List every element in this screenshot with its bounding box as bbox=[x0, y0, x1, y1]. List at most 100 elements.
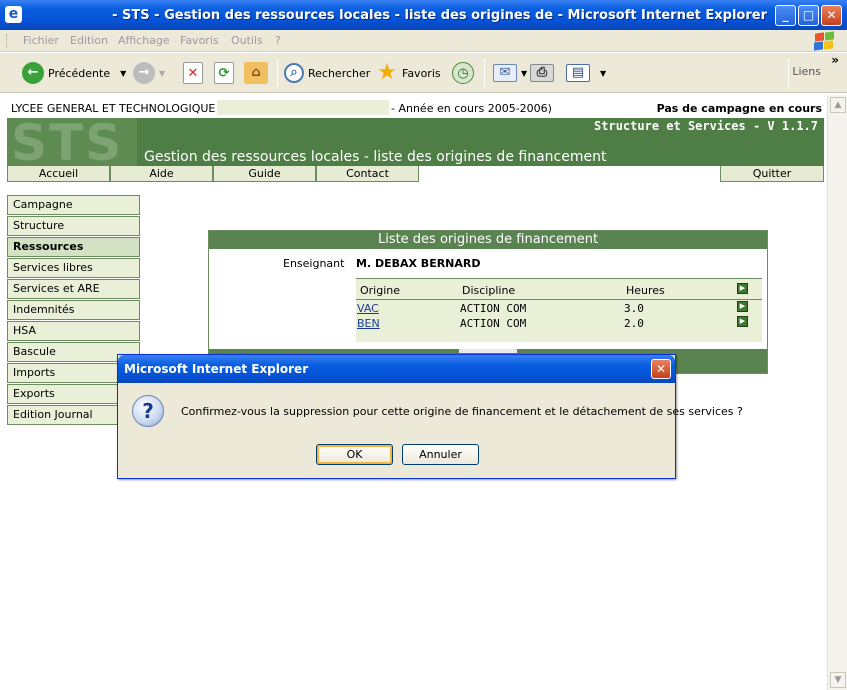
panel-title: Liste des origines de financement bbox=[209, 231, 767, 249]
menu-fichier[interactable]: Fichier bbox=[23, 34, 59, 47]
school-year: - Année en cours 2005-2006) bbox=[391, 102, 552, 115]
edit-page-icon: ▤ bbox=[566, 64, 590, 82]
cancel-button[interactable]: Annuler bbox=[402, 444, 479, 465]
favorites-label: Favoris bbox=[402, 66, 441, 80]
ie-icon: e bbox=[5, 6, 22, 23]
favorites-button[interactable]: ★ Favoris bbox=[376, 60, 441, 85]
menu-affichage[interactable]: Affichage bbox=[118, 34, 170, 47]
school-name: LYCEE GENERAL ET TECHNOLOGIQUE bbox=[11, 102, 216, 115]
search-button[interactable]: ⌕ Rechercher bbox=[284, 61, 370, 85]
refresh-icon: ⟳ bbox=[214, 62, 234, 84]
home-icon: ⌂ bbox=[244, 62, 268, 84]
toolbar: ← Précédente ▼ → ▼ ✕ ⟳ ⌂ ⌕ Rechercher ★ … bbox=[0, 53, 847, 93]
mail-button[interactable]: ✉ ▼ bbox=[493, 61, 527, 85]
confirm-dialog: Microsoft Internet Explorer ✕ ? Confirme… bbox=[117, 354, 743, 479]
toolbar-chevron-icon[interactable]: » bbox=[831, 53, 839, 67]
window-title-bar: e - STS - Gestion des ressources locales… bbox=[0, 0, 847, 30]
refresh-button[interactable]: ⟳ bbox=[214, 61, 238, 85]
table-row-origine[interactable]: BEN bbox=[357, 317, 380, 330]
print-button[interactable]: ⎙ bbox=[530, 61, 558, 85]
sidebar-item-services-libres[interactable]: Services libres bbox=[7, 258, 140, 278]
stop-button[interactable]: ✕ bbox=[183, 61, 207, 85]
menu-favoris[interactable]: Favoris bbox=[180, 34, 219, 47]
column-header-heures: Heures bbox=[626, 284, 665, 297]
history-button[interactable]: ◷ bbox=[452, 61, 478, 85]
menu-help[interactable]: ? bbox=[275, 34, 281, 47]
scroll-down-icon[interactable]: ▼ bbox=[830, 672, 846, 688]
sts-logo: STS bbox=[7, 118, 137, 166]
teacher-label: Enseignant bbox=[283, 257, 345, 270]
toolbar-separator bbox=[277, 59, 278, 87]
teacher-name: M. DEBAX BERNARD bbox=[356, 257, 481, 270]
mail-dropdown-icon[interactable]: ▼ bbox=[521, 69, 527, 78]
printer-icon: ⎙ bbox=[530, 64, 554, 82]
page-title: Gestion des ressources locales - liste d… bbox=[144, 149, 607, 165]
forward-button[interactable]: → ▼ bbox=[133, 61, 165, 85]
table-row-discipline: ACTION COM bbox=[460, 302, 527, 315]
sidebar-item-hsa[interactable]: HSA bbox=[7, 321, 140, 341]
sidebar-item-services-are[interactable]: Services et ARE bbox=[7, 279, 140, 299]
mail-icon: ✉ bbox=[493, 64, 517, 82]
nav-aide[interactable]: Aide bbox=[110, 166, 213, 182]
panel-footer-button[interactable] bbox=[459, 349, 517, 353]
star-icon: ★ bbox=[377, 60, 397, 85]
dialog-title: Microsoft Internet Explorer bbox=[118, 355, 675, 383]
minimize-button[interactable]: _ bbox=[775, 5, 796, 26]
app-version: Structure et Services - V 1.1.7 bbox=[594, 119, 818, 133]
links-label[interactable]: Liens bbox=[792, 65, 821, 78]
school-info-bar: LYCEE GENERAL ET TECHNOLOGIQUE - Année e… bbox=[7, 100, 824, 116]
column-header-discipline: Discipline bbox=[462, 284, 516, 297]
forward-arrow-icon: → bbox=[133, 62, 155, 84]
search-label: Rechercher bbox=[308, 66, 371, 80]
maximize-button[interactable]: □ bbox=[798, 5, 819, 26]
scroll-up-icon[interactable]: ▲ bbox=[830, 97, 846, 113]
back-button[interactable]: ← Précédente ▼ bbox=[22, 61, 126, 85]
question-icon: ? bbox=[132, 395, 164, 427]
nav-accueil[interactable]: Accueil bbox=[7, 166, 110, 182]
home-button[interactable]: ⌂ bbox=[244, 61, 272, 85]
sidebar-item-campagne[interactable]: Campagne bbox=[7, 195, 140, 215]
top-nav: Accueil Aide Guide Contact Quitter bbox=[7, 166, 824, 182]
school-name-field bbox=[217, 100, 389, 115]
campaign-status: Pas de campagne en cours bbox=[656, 102, 822, 115]
forward-dropdown-icon: ▼ bbox=[159, 68, 166, 78]
close-window-button[interactable]: ✕ bbox=[821, 5, 842, 26]
windows-logo-icon bbox=[811, 31, 837, 51]
back-arrow-icon: ← bbox=[22, 62, 44, 84]
origins-table: Origine Discipline Heures ▶ VAC ACTION C… bbox=[356, 278, 762, 342]
edit-button[interactable]: ▤ ▼ bbox=[566, 61, 606, 85]
toolbar-separator bbox=[788, 59, 789, 87]
app-banner: STS Structure et Services - V 1.1.7 Gest… bbox=[7, 118, 824, 166]
row-action-button[interactable]: ▶ bbox=[737, 316, 748, 327]
header-divider bbox=[356, 299, 762, 300]
table-row-discipline: ACTION COM bbox=[460, 317, 527, 330]
menu-outils[interactable]: Outils bbox=[231, 34, 263, 47]
menu-bar: Fichier Edition Affichage Favoris Outils… bbox=[0, 30, 847, 52]
search-icon: ⌕ bbox=[284, 63, 304, 83]
menu-edition[interactable]: Edition bbox=[70, 34, 108, 47]
column-header-origine: Origine bbox=[360, 284, 401, 297]
row-action-button[interactable]: ▶ bbox=[737, 301, 748, 312]
add-origin-button[interactable]: ▶ bbox=[737, 283, 748, 294]
dialog-message: Confirmez-vous la suppression pour cette… bbox=[181, 405, 743, 418]
nav-quitter[interactable]: Quitter bbox=[720, 166, 824, 182]
table-row-origine[interactable]: VAC bbox=[357, 302, 379, 315]
nav-contact[interactable]: Contact bbox=[316, 166, 419, 182]
table-row-heures: 3.0 bbox=[624, 302, 644, 315]
back-label: Précédente bbox=[48, 66, 111, 80]
edit-dropdown-icon[interactable]: ▼ bbox=[600, 69, 606, 78]
back-dropdown-icon[interactable]: ▼ bbox=[120, 69, 126, 78]
window-title: - STS - Gestion des ressources locales -… bbox=[112, 8, 767, 23]
sidebar-item-ressources[interactable]: Ressources bbox=[7, 237, 140, 257]
ok-button[interactable]: OK bbox=[316, 444, 393, 465]
dialog-close-button[interactable]: ✕ bbox=[651, 359, 671, 379]
menu-grip bbox=[6, 34, 9, 48]
toolbar-separator bbox=[484, 59, 485, 87]
history-icon: ◷ bbox=[452, 62, 474, 84]
nav-guide[interactable]: Guide bbox=[213, 166, 316, 182]
table-row-heures: 2.0 bbox=[624, 317, 644, 330]
sidebar-item-structure[interactable]: Structure bbox=[7, 216, 140, 236]
sidebar-item-indemnites[interactable]: Indemnités bbox=[7, 300, 140, 320]
vertical-scrollbar[interactable]: ▲ ▼ bbox=[827, 95, 847, 690]
financing-origins-panel: Liste des origines de financement Enseig… bbox=[208, 230, 768, 374]
